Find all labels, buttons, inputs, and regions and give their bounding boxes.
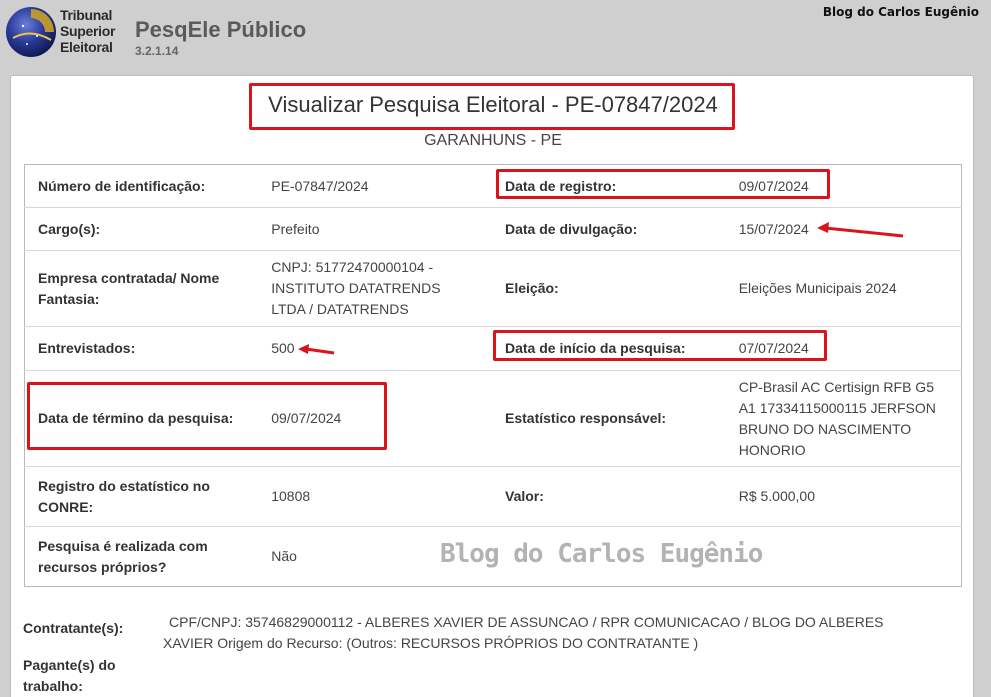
page-title: Visualizar Pesquisa Eleitoral - PE-07847…	[268, 92, 718, 117]
app-version: 3.2.1.14	[135, 44, 179, 58]
logo-line-2: Superior	[60, 23, 116, 39]
table-row: Entrevistados: 500 Data de início da pes…	[24, 326, 962, 371]
field-label: Número de identificação:	[24, 164, 259, 208]
tse-logo-text: Tribunal Superior Eleitoral	[60, 7, 115, 55]
table-row: Cargo(s): Prefeito Data de divulgação: 1…	[24, 207, 962, 251]
contratante-label: Contratante(s):	[23, 620, 124, 636]
field-value: Eleições Municipais 2024	[725, 250, 962, 327]
field-label: Pesquisa é realizada com recursos própri…	[24, 526, 259, 587]
field-value: CNPJ: 51772470000104 - INSTITUTO DATATRE…	[258, 250, 492, 327]
pagante-label: Pagante(s) do trabalho:	[23, 657, 116, 694]
app-header: Tribunal Superior Eleitoral PesqEle Públ…	[0, 0, 991, 68]
table-row: Empresa contratada/ Nome Fantasia: CNPJ:…	[24, 250, 962, 327]
field-value: 07/07/2024	[725, 326, 962, 371]
field-value: 10808	[258, 466, 492, 527]
blog-watermark-top: Blog do Carlos Eugênio	[822, 5, 979, 19]
field-label: Registro do estatístico no CONRE:	[24, 466, 259, 527]
field-value: 15/07/2024	[725, 207, 962, 251]
logo-line-3: Eleitoral	[60, 39, 113, 55]
field-label: Data de término da pesquisa:	[24, 370, 259, 467]
field-label: Estatístico responsável:	[492, 370, 726, 467]
field-value: Prefeito	[258, 207, 492, 251]
blog-watermark: Blog do Carlos Eugênio	[440, 539, 763, 569]
field-label: Entrevistados:	[24, 326, 259, 371]
contratante-value-line-1: CPF/CNPJ: 35746829000112 - ALBERES XAVIE…	[169, 614, 884, 630]
field-value: R$ 5.000,00	[725, 466, 962, 527]
table-row: Data de término da pesquisa: 09/07/2024 …	[24, 370, 962, 467]
field-label: Eleição:	[492, 250, 726, 327]
table-row: Registro do estatístico no CONRE: 10808 …	[24, 466, 962, 527]
field-label: Data de início da pesquisa:	[492, 326, 726, 371]
field-value: CP-Brasil AC Certisign RFB G5 A1 1733411…	[725, 370, 962, 467]
field-label: Valor:	[492, 466, 726, 527]
pesquisa-info-table: Número de identificação: PE-07847/2024 D…	[24, 164, 962, 587]
app-title: PesqEle Público	[135, 17, 307, 42]
field-value: 09/07/2024	[258, 370, 492, 467]
field-label: Empresa contratada/ Nome Fantasia:	[24, 250, 259, 327]
field-value: 09/07/2024	[725, 164, 962, 208]
tse-globe-logo-icon	[6, 7, 56, 57]
contratante-value-line-2: XAVIER Origem do Recurso: (Outros: RECUR…	[163, 635, 699, 651]
pesquisa-detail-panel: Visualizar Pesquisa Eleitoral - PE-07847…	[10, 75, 974, 697]
field-label: Data de registro:	[492, 164, 726, 208]
table-row: Número de identificação: PE-07847/2024 D…	[24, 164, 962, 208]
page-subtitle: GARANHUNS - PE	[424, 132, 562, 149]
contratante-value: CPF/CNPJ: 35746829000112 - ALBERES XAVIE…	[163, 612, 953, 654]
field-label: Data de divulgação:	[492, 207, 726, 251]
field-value: 500	[258, 326, 492, 371]
field-label: Cargo(s):	[24, 207, 259, 251]
field-value: PE-07847/2024	[258, 164, 492, 208]
logo-line-1: Tribunal	[60, 7, 113, 23]
